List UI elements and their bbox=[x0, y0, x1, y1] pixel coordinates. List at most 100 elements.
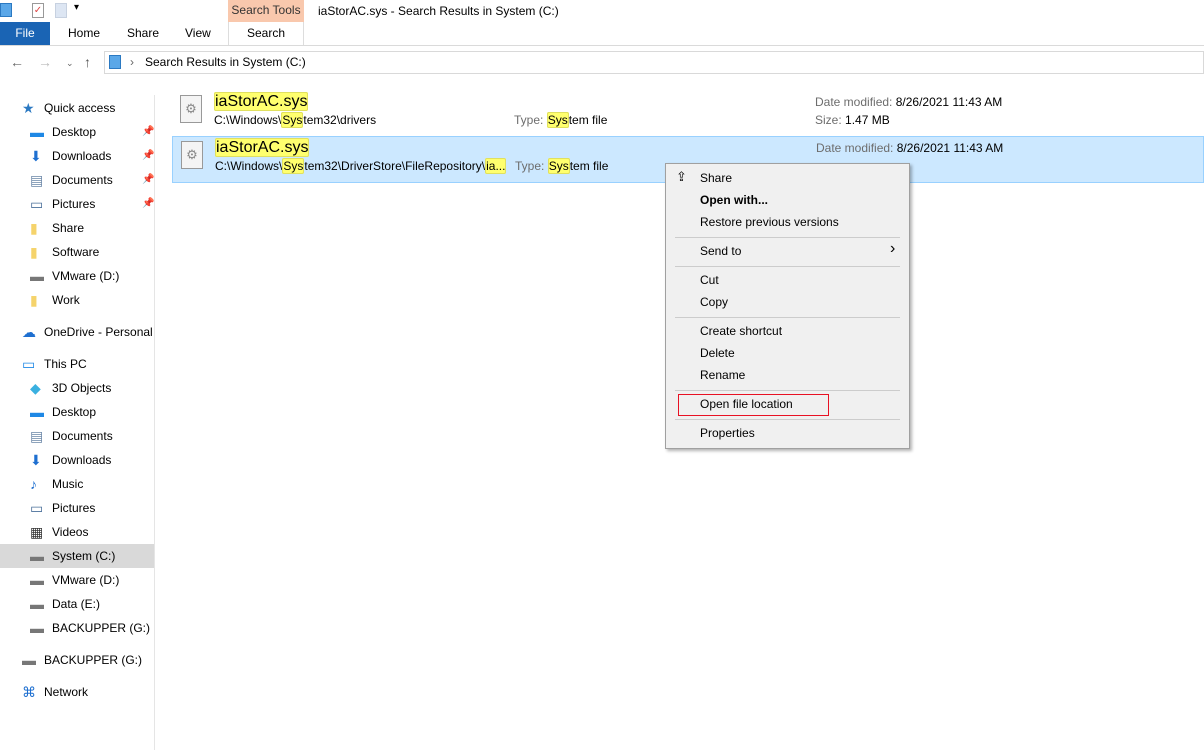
context-menu: ⇪ Share Open with... Restore previous ve… bbox=[665, 163, 910, 449]
sidebar-item-label: Desktop bbox=[52, 405, 97, 419]
sidebar-item-label: Software bbox=[52, 245, 100, 259]
menu-item-open-with[interactable]: Open with... bbox=[700, 189, 768, 211]
sidebar-item[interactable]: ⬇ Downloads bbox=[0, 448, 154, 472]
sidebar-item[interactable]: ⬇ Downloads 📌 bbox=[0, 144, 154, 168]
documents-icon: ▤ bbox=[30, 172, 44, 188]
sidebar-item[interactable]: ♪ Music bbox=[0, 472, 154, 496]
download-icon: ⬇ bbox=[30, 148, 42, 164]
drive-icon: ▬ bbox=[30, 596, 44, 612]
pin-icon: 📌 bbox=[142, 198, 155, 209]
tab-view[interactable]: View bbox=[185, 22, 211, 45]
address-bar[interactable]: › Search Results in System (C:) bbox=[104, 51, 1204, 74]
sidebar-item-label: VMware (D:) bbox=[52, 269, 120, 283]
menu-item-properties[interactable]: Properties bbox=[700, 422, 755, 444]
menu-item-open-file-location[interactable]: Open file location bbox=[700, 393, 793, 415]
sidebar-item[interactable]: ▬ System (C:) bbox=[0, 544, 154, 568]
folder-icon: ▮ bbox=[30, 220, 38, 236]
file-name-text: iaStorAC.sys bbox=[215, 138, 310, 157]
address-path: Search Results in System (C:) bbox=[145, 55, 306, 69]
sidebar-item[interactable]: ☁ OneDrive - Personal bbox=[0, 320, 154, 344]
sidebar-item[interactable]: ▤ Documents 📌 bbox=[0, 168, 154, 192]
path-part: tem32\DriverStore\FileRepository\ bbox=[304, 159, 486, 173]
forward-button[interactable]: → bbox=[38, 54, 52, 70]
breadcrumb-chevron-icon[interactable]: › bbox=[130, 52, 134, 73]
tab-file[interactable]: File bbox=[0, 22, 50, 45]
sidebar-item-label: Downloads bbox=[52, 149, 112, 163]
sidebar-item[interactable]: ▬ Data (E:) bbox=[0, 592, 154, 616]
sidebar-item-label: Documents bbox=[52, 429, 113, 443]
type-match: Sys bbox=[547, 158, 570, 174]
sidebar-item-label: VMware (D:) bbox=[52, 573, 120, 587]
sidebar-item[interactable]: ▬ Desktop bbox=[0, 400, 154, 424]
file-path: C:\Windows\System32\DriverStore\FileRepo… bbox=[215, 158, 507, 174]
sidebar-item[interactable]: ▬ VMware (D:) bbox=[0, 264, 154, 288]
search-results-icon bbox=[109, 55, 121, 69]
tab-search[interactable]: Search bbox=[228, 22, 304, 45]
sidebar-item[interactable]: ▭ Pictures 📌 bbox=[0, 192, 154, 216]
sidebar-item-label: Pictures bbox=[52, 197, 96, 211]
tab-share[interactable]: Share bbox=[127, 22, 159, 45]
menu-item-send-to[interactable]: Send to bbox=[700, 240, 741, 262]
sidebar-item[interactable]: ▮ Share bbox=[0, 216, 154, 240]
recent-locations-button[interactable]: ⌄ bbox=[66, 58, 74, 69]
new-folder-quick-icon[interactable] bbox=[55, 3, 67, 18]
submenu-chevron-icon: › bbox=[890, 240, 896, 257]
properties-quick-icon[interactable]: ✓ bbox=[32, 3, 44, 18]
menu-item-rename[interactable]: Rename bbox=[700, 364, 745, 386]
folder-icon: ▮ bbox=[30, 244, 38, 260]
menu-item-delete[interactable]: Delete bbox=[700, 342, 735, 364]
sidebar-item[interactable]: ★ Quick access bbox=[0, 96, 154, 120]
size-label: Size: bbox=[815, 113, 842, 127]
sidebar-item-label: 3D Objects bbox=[52, 381, 112, 395]
sidebar-item[interactable]: ▦ Videos bbox=[0, 520, 154, 544]
size-value: 1.47 MB bbox=[845, 113, 890, 127]
window-title: iaStorAC.sys - Search Results in System … bbox=[318, 4, 559, 18]
menu-item-create-shortcut[interactable]: Create shortcut bbox=[700, 320, 782, 342]
file-type: Type: System file bbox=[514, 112, 607, 128]
result-row[interactable]: ⚙ iaStorAC.sys C:\Windows\System32\drive… bbox=[172, 91, 1204, 138]
back-button[interactable]: ← bbox=[10, 54, 24, 70]
video-icon: ▦ bbox=[30, 524, 44, 540]
sidebar-item[interactable]: ▮ Software bbox=[0, 240, 154, 264]
sidebar-item[interactable]: ▬ Desktop 📌 bbox=[0, 120, 154, 144]
date-label: Date modified: bbox=[816, 141, 894, 155]
menu-item-share[interactable]: Share bbox=[700, 167, 732, 189]
date-modified: Date modified: 8/26/2021 11:43 AM bbox=[815, 95, 1002, 109]
path-match: ia... bbox=[485, 158, 507, 174]
tab-home[interactable]: Home bbox=[68, 22, 100, 45]
sidebar-item[interactable]: ▭ This PC bbox=[0, 352, 154, 376]
sidebar-item-label: This PC bbox=[44, 357, 87, 371]
path-match: Sys bbox=[282, 158, 305, 174]
type-value: tem file bbox=[569, 159, 609, 173]
sidebar-item[interactable]: ▭ Pictures bbox=[0, 496, 154, 520]
date-value: 8/26/2021 11:43 AM bbox=[896, 141, 1004, 155]
sidebar-item[interactable]: ▮ Work bbox=[0, 288, 154, 312]
sidebar-item-label: Music bbox=[52, 477, 84, 491]
cube-icon: ◆ bbox=[30, 380, 41, 396]
menu-separator bbox=[675, 237, 900, 238]
menu-item-cut[interactable]: Cut bbox=[700, 269, 719, 291]
sidebar-item-label: Network bbox=[44, 685, 89, 699]
desktop-icon: ▬ bbox=[30, 404, 44, 420]
sidebar-item[interactable]: ⌘ Network bbox=[0, 680, 154, 704]
network-icon: ⌘ bbox=[22, 684, 36, 700]
sidebar-item[interactable]: ▬ VMware (D:) bbox=[0, 568, 154, 592]
menu-item-copy[interactable]: Copy bbox=[700, 291, 728, 313]
system-file-icon: ⚙ bbox=[180, 95, 202, 123]
sidebar-item[interactable]: ▤ Documents bbox=[0, 424, 154, 448]
drive-icon: ▬ bbox=[30, 268, 44, 284]
type-label: Type: bbox=[514, 113, 544, 127]
documents-icon: ▤ bbox=[30, 428, 44, 444]
ribbon-divider bbox=[0, 45, 1204, 46]
sidebar-item[interactable]: ▬ BACKUPPER (G:) bbox=[0, 648, 154, 672]
drive-icon: ▬ bbox=[30, 548, 44, 564]
type-label: Type: bbox=[515, 159, 545, 173]
sidebar-item[interactable]: ▬ BACKUPPER (G:) bbox=[0, 616, 154, 640]
date-value: 8/26/2021 11:43 AM bbox=[895, 95, 1003, 109]
customize-quick-access-icon[interactable]: ▾ bbox=[74, 2, 79, 13]
menu-item-restore-previous-versions[interactable]: Restore previous versions bbox=[700, 211, 839, 233]
cloud-icon: ☁ bbox=[22, 324, 36, 340]
sidebar-item[interactable]: ◆ 3D Objects bbox=[0, 376, 154, 400]
sidebar-item-label: Desktop bbox=[52, 125, 97, 139]
up-button[interactable]: ↑ bbox=[84, 54, 91, 70]
